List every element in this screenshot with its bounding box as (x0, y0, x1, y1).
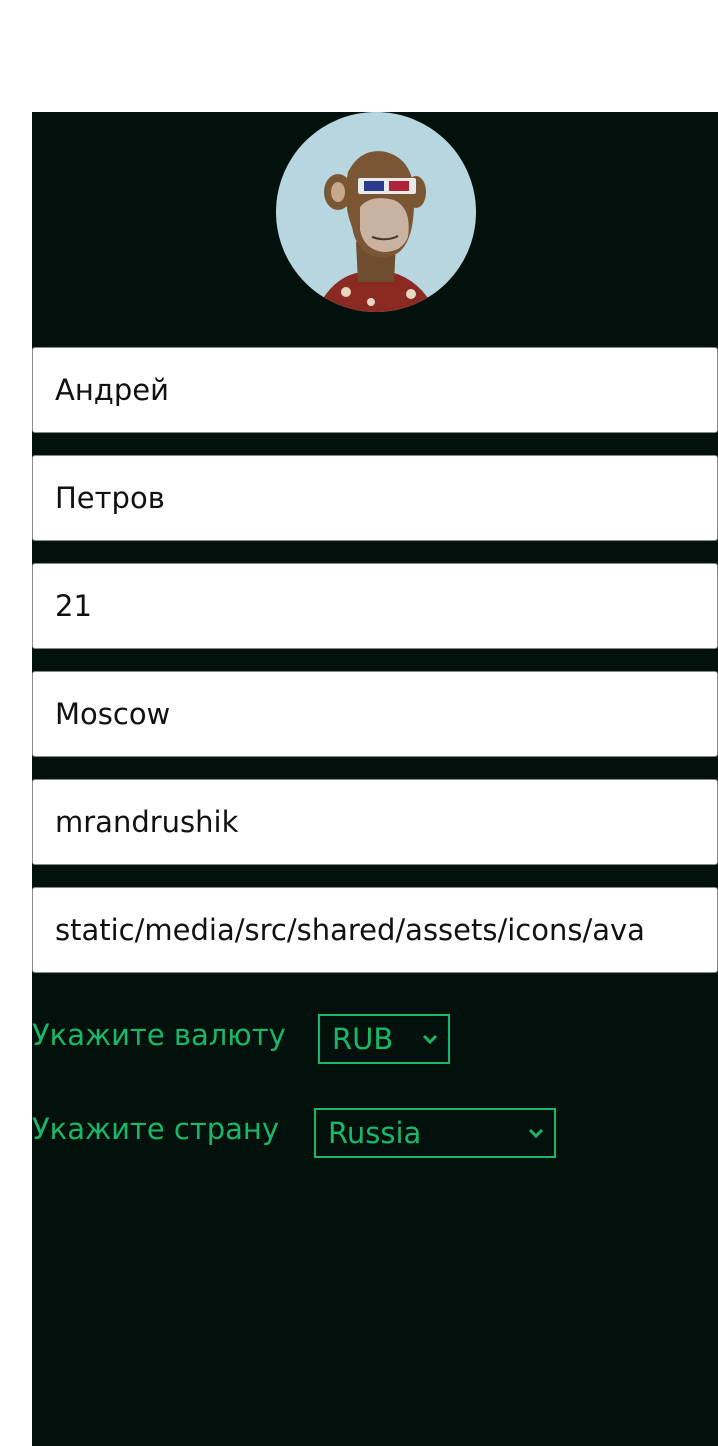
last-name-field[interactable]: Петров (32, 455, 718, 541)
country-select-value: Russia (328, 1116, 422, 1150)
currency-label: Укажите валюту (32, 1018, 286, 1052)
country-select[interactable]: Russia (314, 1108, 556, 1158)
username-field[interactable]: mrandrushik (32, 779, 718, 865)
currency-select-value: RUB (332, 1022, 394, 1056)
chevron-down-icon (528, 1128, 544, 1139)
avatar-path-field[interactable]: static/media/src/shared/assets/icons/ava (32, 887, 718, 973)
first-name-field[interactable]: Андрей (32, 347, 718, 433)
country-label: Укажите страну (32, 1112, 280, 1146)
city-field[interactable]: Moscow (32, 671, 718, 757)
profile-panel: Андрей Петров 21 Moscow mrandrushik stat… (32, 112, 718, 1446)
currency-select[interactable]: RUB (318, 1014, 450, 1064)
chevron-down-icon (422, 1034, 438, 1045)
avatar (276, 112, 476, 312)
ape-avatar-icon (316, 151, 436, 312)
age-field[interactable]: 21 (32, 563, 718, 649)
